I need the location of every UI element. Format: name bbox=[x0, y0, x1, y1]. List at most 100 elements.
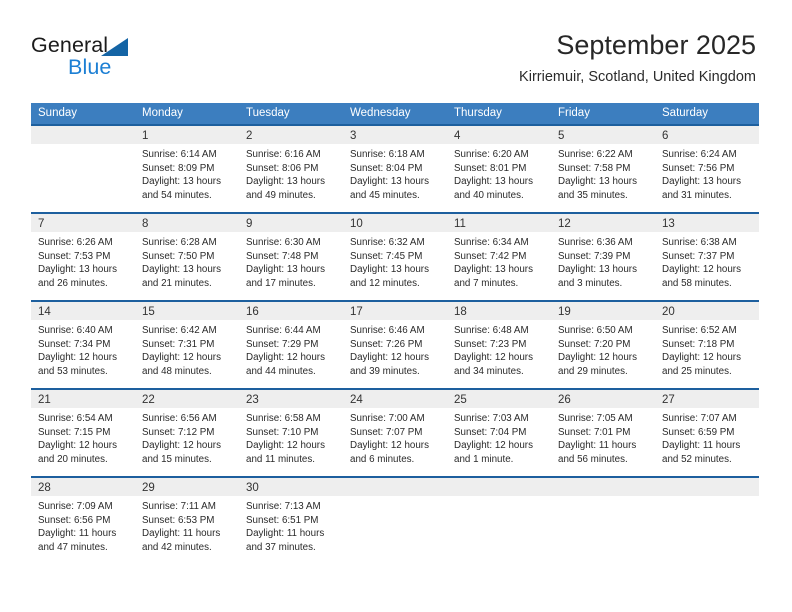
sunrise-text: Sunrise: 6:40 AM bbox=[38, 325, 113, 336]
sunset-text: Sunset: 8:01 PM bbox=[454, 162, 527, 174]
day-number-band: 14 bbox=[31, 302, 135, 320]
day-detail-block: Sunrise: 6:16 AM Sunset: 8:06 PM Daylight:… bbox=[239, 144, 343, 202]
day-number-band: 2 bbox=[239, 126, 343, 144]
day-detail-block: Sunrise: 7:13 AM Sunset: 6:51 PM Daylight:… bbox=[239, 496, 343, 554]
sunrise-text: Sunrise: 6:42 AM bbox=[142, 325, 217, 336]
day-number: 22 bbox=[142, 394, 155, 406]
blue-triangle-icon bbox=[101, 38, 128, 56]
calendar-day-cell[interactable]: 6 Sunrise: 6:24 AM Sunset: 7:56 PM Daylight… bbox=[655, 126, 759, 212]
daylight-text: Daylight: 11 hours bbox=[142, 528, 221, 539]
daylight-text-cont: and 40 minutes. bbox=[454, 189, 524, 201]
day-detail-block bbox=[551, 496, 655, 500]
calendar-day-cell[interactable]: 16 Sunrise: 6:44 AM Sunset: 7:29 PM Dayligh… bbox=[239, 302, 343, 388]
day-number: 6 bbox=[662, 130, 669, 142]
calendar-day-cell[interactable]: 11 Sunrise: 6:34 AM Sunset: 7:42 PM Dayligh… bbox=[447, 214, 551, 300]
daylight-text: Daylight: 13 hours bbox=[246, 176, 325, 187]
sunrise-text: Sunrise: 6:36 AM bbox=[558, 237, 633, 248]
calendar-day-cell[interactable]: 27 Sunrise: 7:07 AM Sunset: 6:59 PM Dayligh… bbox=[655, 390, 759, 476]
calendar-day-cell[interactable]: 21 Sunrise: 6:54 AM Sunset: 7:15 PM Dayligh… bbox=[31, 390, 135, 476]
calendar-day-cell[interactable]: 19 Sunrise: 6:50 AM Sunset: 7:20 PM Dayligh… bbox=[551, 302, 655, 388]
calendar-day-cell[interactable]: 23 Sunrise: 6:58 AM Sunset: 7:10 PM Dayligh… bbox=[239, 390, 343, 476]
weekday-header-row: Sunday Monday Tuesday Wednesday Thursday… bbox=[31, 103, 759, 124]
calendar-day-cell[interactable]: 24 Sunrise: 7:00 AM Sunset: 7:07 PM Dayligh… bbox=[343, 390, 447, 476]
calendar-day-cell[interactable]: 20 Sunrise: 6:52 AM Sunset: 7:18 PM Dayligh… bbox=[655, 302, 759, 388]
daylight-text-cont: and 56 minutes. bbox=[558, 453, 628, 465]
calendar-day-cell[interactable]: 18 Sunrise: 6:48 AM Sunset: 7:23 PM Dayligh… bbox=[447, 302, 551, 388]
daylight-text-cont: and 53 minutes. bbox=[38, 365, 108, 377]
calendar-day-cell[interactable]: 13 Sunrise: 6:38 AM Sunset: 7:37 PM Dayligh… bbox=[655, 214, 759, 300]
sunset-text: Sunset: 7:26 PM bbox=[350, 338, 423, 350]
calendar-day-cell[interactable]: 10 Sunrise: 6:32 AM Sunset: 7:45 PM Dayligh… bbox=[343, 214, 447, 300]
calendar-day-cell[interactable]: 8 Sunrise: 6:28 AM Sunset: 7:50 PM Daylight… bbox=[135, 214, 239, 300]
calendar-day-cell[interactable]: 25 Sunrise: 7:03 AM Sunset: 7:04 PM Dayligh… bbox=[447, 390, 551, 476]
day-number: 23 bbox=[246, 394, 259, 406]
sunrise-text: Sunrise: 7:13 AM bbox=[246, 501, 321, 512]
day-number-band: 12 bbox=[551, 214, 655, 232]
calendar-day-cell[interactable]: 4 Sunrise: 6:20 AM Sunset: 8:01 PM Daylight… bbox=[447, 126, 551, 212]
sunrise-text: Sunrise: 6:22 AM bbox=[558, 149, 633, 160]
calendar-day-cell[interactable]: 22 Sunrise: 6:56 AM Sunset: 7:12 PM Dayligh… bbox=[135, 390, 239, 476]
daylight-text: Daylight: 11 hours bbox=[558, 440, 637, 451]
sunset-text: Sunset: 7:37 PM bbox=[662, 250, 735, 262]
day-number-band: 16 bbox=[239, 302, 343, 320]
daylight-text: Daylight: 12 hours bbox=[350, 352, 429, 363]
day-number-band: 1 bbox=[135, 126, 239, 144]
day-number-band: 8 bbox=[135, 214, 239, 232]
day-number: 12 bbox=[558, 218, 571, 230]
sunset-text: Sunset: 7:01 PM bbox=[558, 426, 631, 438]
sunset-text: Sunset: 7:04 PM bbox=[454, 426, 527, 438]
daylight-text: Daylight: 12 hours bbox=[454, 352, 533, 363]
calendar-day-cell[interactable]: 30 Sunrise: 7:13 AM Sunset: 6:51 PM Dayligh… bbox=[239, 478, 343, 564]
sunset-text: Sunset: 7:23 PM bbox=[454, 338, 527, 350]
daylight-text: Daylight: 13 hours bbox=[350, 264, 429, 275]
calendar-day-cell[interactable]: 12 Sunrise: 6:36 AM Sunset: 7:39 PM Dayligh… bbox=[551, 214, 655, 300]
day-number-band: 4 bbox=[447, 126, 551, 144]
calendar-day-cell[interactable]: 29 Sunrise: 7:11 AM Sunset: 6:53 PM Dayligh… bbox=[135, 478, 239, 564]
day-detail-block: Sunrise: 6:58 AM Sunset: 7:10 PM Daylight:… bbox=[239, 408, 343, 466]
calendar-day-cell[interactable]: 9 Sunrise: 6:30 AM Sunset: 7:48 PM Daylight… bbox=[239, 214, 343, 300]
sunrise-text: Sunrise: 6:30 AM bbox=[246, 237, 321, 248]
sunset-text: Sunset: 8:09 PM bbox=[142, 162, 215, 174]
day-number: 5 bbox=[558, 130, 565, 142]
daylight-text-cont: and 6 minutes. bbox=[350, 453, 415, 465]
daylight-text-cont: and 42 minutes. bbox=[142, 541, 212, 553]
sunrise-text: Sunrise: 7:07 AM bbox=[662, 413, 737, 424]
day-detail-block bbox=[343, 496, 447, 500]
calendar-day-cell[interactable]: 3 Sunrise: 6:18 AM Sunset: 8:04 PM Daylight… bbox=[343, 126, 447, 212]
weekday-header-monday: Monday bbox=[142, 107, 183, 119]
calendar-day-cell[interactable]: 2 Sunrise: 6:16 AM Sunset: 8:06 PM Daylight… bbox=[239, 126, 343, 212]
day-detail-block: Sunrise: 7:00 AM Sunset: 7:07 PM Daylight:… bbox=[343, 408, 447, 466]
daylight-text-cont: and 47 minutes. bbox=[38, 541, 108, 553]
page-header: General Blue September 2025 Kirriemuir, … bbox=[0, 0, 792, 100]
generalblue-logo[interactable]: General Blue bbox=[31, 33, 191, 81]
daylight-text-cont: and 39 minutes. bbox=[350, 365, 420, 377]
day-number: 2 bbox=[246, 130, 253, 142]
calendar-day-cell[interactable]: 28 Sunrise: 7:09 AM Sunset: 6:56 PM Dayligh… bbox=[31, 478, 135, 564]
daylight-text-cont: and 45 minutes. bbox=[350, 189, 420, 201]
calendar-day-cell[interactable]: 26 Sunrise: 7:05 AM Sunset: 7:01 PM Dayligh… bbox=[551, 390, 655, 476]
sunset-text: Sunset: 6:51 PM bbox=[246, 514, 319, 526]
calendar-day-cell[interactable]: 1 Sunrise: 6:14 AM Sunset: 8:09 PM Daylight… bbox=[135, 126, 239, 212]
sunrise-text: Sunrise: 6:52 AM bbox=[662, 325, 737, 336]
day-number-band bbox=[655, 478, 759, 496]
weekday-header-wednesday: Wednesday bbox=[350, 107, 411, 119]
sunset-text: Sunset: 7:45 PM bbox=[350, 250, 423, 262]
daylight-text: Daylight: 12 hours bbox=[662, 264, 741, 275]
day-number: 15 bbox=[142, 306, 155, 318]
weekday-header-saturday: Saturday bbox=[662, 107, 709, 119]
day-detail-block: Sunrise: 6:20 AM Sunset: 8:01 PM Daylight:… bbox=[447, 144, 551, 202]
sunrise-text: Sunrise: 6:56 AM bbox=[142, 413, 217, 424]
day-detail-block: Sunrise: 6:24 AM Sunset: 7:56 PM Daylight:… bbox=[655, 144, 759, 202]
daylight-text: Daylight: 12 hours bbox=[246, 352, 325, 363]
day-number-band: 6 bbox=[655, 126, 759, 144]
calendar-day-cell[interactable]: 14 Sunrise: 6:40 AM Sunset: 7:34 PM Dayligh… bbox=[31, 302, 135, 388]
daylight-text: Daylight: 11 hours bbox=[38, 528, 117, 539]
calendar-day-cell[interactable]: 15 Sunrise: 6:42 AM Sunset: 7:31 PM Dayligh… bbox=[135, 302, 239, 388]
sunset-text: Sunset: 7:42 PM bbox=[454, 250, 527, 262]
calendar-day-cell[interactable]: 17 Sunrise: 6:46 AM Sunset: 7:26 PM Dayligh… bbox=[343, 302, 447, 388]
calendar-day-cell[interactable]: 5 Sunrise: 6:22 AM Sunset: 7:58 PM Daylight… bbox=[551, 126, 655, 212]
day-number: 28 bbox=[38, 482, 51, 494]
sunset-text: Sunset: 7:07 PM bbox=[350, 426, 423, 438]
calendar-day-cell[interactable]: 7 Sunrise: 6:26 AM Sunset: 7:53 PM Daylight… bbox=[31, 214, 135, 300]
day-number-band: 9 bbox=[239, 214, 343, 232]
